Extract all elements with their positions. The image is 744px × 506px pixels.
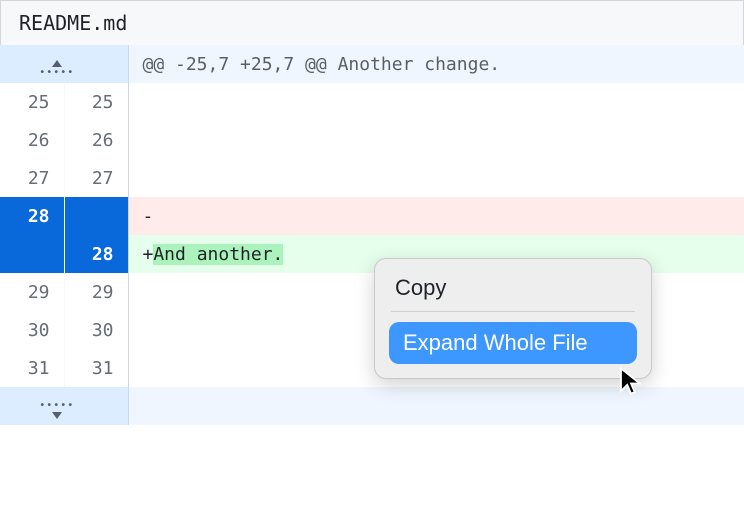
expand-up-cell[interactable]: ••••• [0,45,128,83]
diff-line-content: - [128,197,744,235]
diff-row: 27 27 [0,159,744,197]
new-line-number[interactable]: 27 [64,159,128,197]
context-menu: Copy Expand Whole File [374,258,652,379]
diff-line-content [128,159,744,197]
expand-down-spacer [128,387,744,425]
old-line-number[interactable] [0,235,64,273]
file-name: README.md [19,11,127,35]
new-line-number[interactable]: 28 [64,235,128,273]
diff-marker: - [143,206,154,227]
diff-line-content [128,83,744,121]
hunk-header-text: @@ -25,7 +25,7 @@ Another change. [128,45,744,83]
old-line-number[interactable]: 27 [0,159,64,197]
expand-down-cell[interactable]: ••••• [0,387,128,425]
expand-down-row: ••••• [0,387,744,425]
expand-up-icon: ••••• [39,59,74,76]
menu-divider [391,311,635,312]
menu-item-copy[interactable]: Copy [389,271,637,311]
old-line-number[interactable]: 28 [0,197,64,235]
menu-item-expand-whole-file[interactable]: Expand Whole File [389,322,637,364]
new-line-number[interactable] [64,197,128,235]
hunk-header-row: ••••• @@ -25,7 +25,7 @@ Another change. [0,45,744,83]
new-line-number[interactable]: 29 [64,273,128,311]
diff-marker: + [143,244,154,265]
new-line-number[interactable]: 25 [64,83,128,121]
file-header[interactable]: README.md [0,0,744,45]
diff-row-deletion: 28 - [0,197,744,235]
old-line-number[interactable]: 29 [0,273,64,311]
old-line-number[interactable]: 31 [0,349,64,387]
added-text: And another. [153,244,283,265]
new-line-number[interactable]: 26 [64,121,128,159]
old-line-number[interactable]: 30 [0,311,64,349]
old-line-number[interactable]: 26 [0,121,64,159]
diff-row: 25 25 [0,83,744,121]
new-line-number[interactable]: 30 [64,311,128,349]
expand-down-icon: ••••• [39,403,74,420]
new-line-number[interactable]: 31 [64,349,128,387]
old-line-number[interactable]: 25 [0,83,64,121]
diff-line-content [128,121,744,159]
diff-row: 26 26 [0,121,744,159]
